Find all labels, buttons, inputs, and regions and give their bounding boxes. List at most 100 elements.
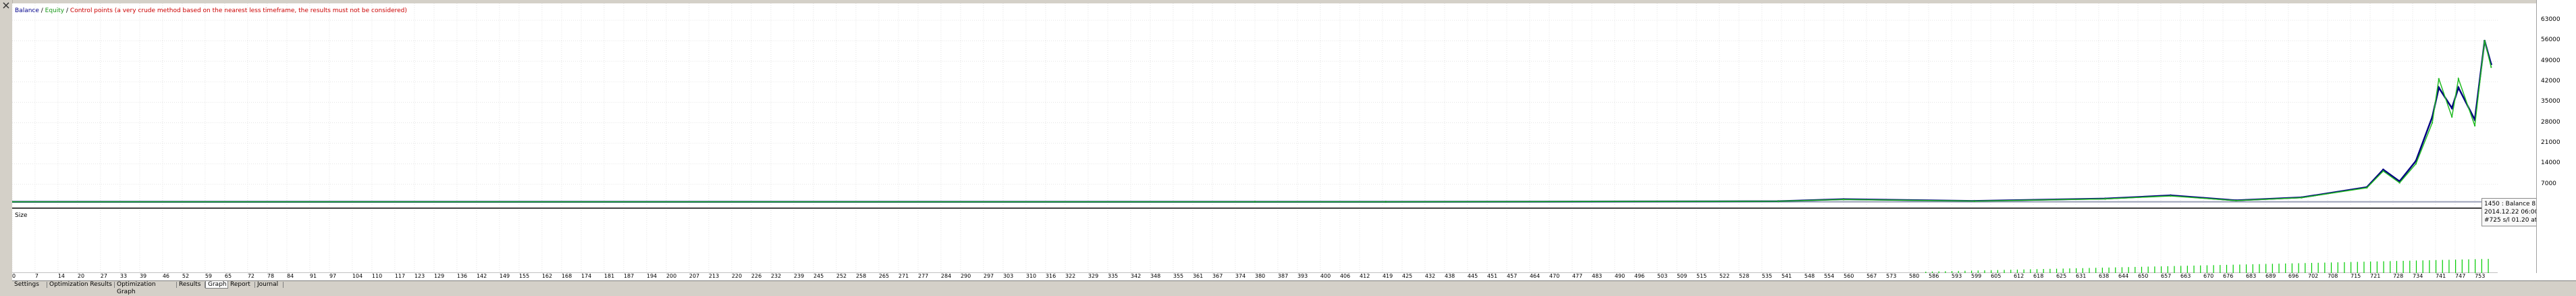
x-tick-label: 329 bbox=[1088, 273, 1099, 279]
x-tick-label: 548 bbox=[1804, 273, 1815, 279]
size-bar bbox=[2468, 259, 2469, 273]
x-tick-label: 200 bbox=[666, 273, 677, 279]
x-tick-label: 174 bbox=[581, 273, 592, 279]
size-bar bbox=[2213, 265, 2214, 273]
price-tick-label: 35000 bbox=[2541, 98, 2560, 105]
size-bar bbox=[2409, 260, 2411, 273]
x-tick-label: 741 bbox=[2435, 273, 2446, 279]
graph-chart: Balance / Equity / Control points (a ver… bbox=[12, 3, 2549, 280]
size-bar bbox=[2376, 261, 2378, 273]
x-tick-label: 33 bbox=[119, 273, 128, 279]
x-tick-label: 490 bbox=[1614, 273, 1626, 279]
x-tick-label: 245 bbox=[813, 273, 824, 279]
x-tick-label: 361 bbox=[1192, 273, 1204, 279]
x-tick-label: 400 bbox=[1320, 273, 1331, 279]
x-tick-label: 638 bbox=[2098, 273, 2110, 279]
size-bar bbox=[2330, 262, 2332, 273]
close-icon[interactable] bbox=[2, 1, 10, 9]
size-bar bbox=[2232, 264, 2234, 273]
size-bar bbox=[2396, 261, 2398, 273]
x-tick-label: 670 bbox=[2203, 273, 2214, 279]
series-point-equity bbox=[2415, 163, 2417, 165]
series-line-equity bbox=[12, 41, 2492, 203]
tab-settings[interactable]: Settings bbox=[12, 281, 47, 289]
size-bar bbox=[2383, 261, 2384, 273]
series-point-equity bbox=[1254, 201, 1256, 203]
tab-report[interactable]: Report bbox=[228, 281, 255, 289]
tab-graph[interactable]: Graph bbox=[205, 281, 228, 289]
x-tick-label: 27 bbox=[100, 273, 107, 279]
x-tick-label: 232 bbox=[770, 273, 782, 279]
series-point-equity bbox=[1385, 201, 1387, 203]
size-bar bbox=[2455, 260, 2457, 273]
x-tick-label: 593 bbox=[1951, 273, 1962, 279]
x-tick-label: 522 bbox=[1719, 273, 1730, 279]
series-point-equity bbox=[2382, 170, 2384, 172]
x-tick-label: 123 bbox=[414, 273, 425, 279]
size-bar bbox=[2324, 262, 2326, 273]
price-tick-label: 21000 bbox=[2541, 139, 2560, 146]
size-bar bbox=[2317, 262, 2319, 273]
x-tick-label: 348 bbox=[1150, 273, 1161, 279]
x-tick-label: 496 bbox=[1634, 273, 1645, 279]
x-tick-label: 342 bbox=[1130, 273, 1142, 279]
tab-results[interactable]: Results bbox=[177, 281, 205, 289]
series-point-balance bbox=[2457, 87, 2460, 89]
x-tick-label: 470 bbox=[1549, 273, 1560, 279]
x-tick-label: 110 bbox=[371, 273, 383, 279]
x-tick-label: 631 bbox=[2076, 273, 2087, 279]
series-line-balance bbox=[12, 40, 2492, 203]
x-tick-label: 355 bbox=[1173, 273, 1184, 279]
x-tick-label: 226 bbox=[751, 273, 762, 279]
size-bar bbox=[2147, 266, 2149, 273]
tab-optimization-results[interactable]: Optimization Results bbox=[47, 281, 115, 289]
legend-control-points-note: Control points (a very crude method base… bbox=[70, 7, 407, 14]
size-bar bbox=[2370, 262, 2371, 273]
x-tick-label: 612 bbox=[2013, 273, 2024, 279]
tab-journal[interactable]: Journal bbox=[255, 281, 284, 289]
series-point-equity bbox=[2398, 182, 2400, 184]
x-tick-label: 708 bbox=[2328, 273, 2338, 279]
series-point-equity bbox=[2484, 40, 2486, 42]
x-tick-label: 265 bbox=[878, 273, 890, 279]
tab-separator bbox=[283, 282, 284, 288]
x-tick-label: 567 bbox=[1866, 273, 1877, 279]
x-tick-label: 541 bbox=[1781, 273, 1792, 279]
series-point-equity bbox=[2235, 199, 2237, 202]
x-tick-label: 676 bbox=[2223, 273, 2234, 279]
x-tick-label: 20 bbox=[77, 273, 85, 279]
x-tick-label: 419 bbox=[1382, 273, 1393, 279]
x-tick-label: 605 bbox=[1991, 273, 2002, 279]
size-bar bbox=[2285, 263, 2286, 273]
size-bar bbox=[2180, 266, 2182, 273]
x-tick-label: 445 bbox=[1467, 273, 1478, 279]
tab-optimization-graph[interactable]: Optimization Graph bbox=[115, 281, 177, 295]
x-tick-label: 715 bbox=[2350, 273, 2361, 279]
x-tick-label: 162 bbox=[541, 273, 553, 279]
series-point-equity bbox=[1973, 200, 1976, 202]
size-bar bbox=[2278, 264, 2280, 273]
x-tick-label: 560 bbox=[1844, 273, 1854, 279]
x-tick-label: 580 bbox=[1908, 273, 1920, 279]
x-tick-label: 702 bbox=[2308, 273, 2319, 279]
size-bar bbox=[2069, 268, 2070, 273]
x-tick-label: 451 bbox=[1486, 273, 1498, 279]
x-tick-label: 535 bbox=[1761, 273, 1773, 279]
x-tick-label: 374 bbox=[1235, 273, 1246, 279]
price-tick-label: 49000 bbox=[2541, 57, 2560, 64]
x-tick-label: 586 bbox=[1929, 273, 1939, 279]
x-tick-label: 657 bbox=[2160, 273, 2172, 279]
legend-equity: Equity bbox=[45, 7, 65, 14]
size-bar bbox=[2095, 268, 2097, 273]
price-tick-label: 63000 bbox=[2541, 16, 2560, 23]
series-point-equity bbox=[2170, 195, 2172, 197]
x-tick-label: 271 bbox=[898, 273, 909, 279]
legend-balance: Balance bbox=[15, 7, 39, 14]
x-tick-label: 97 bbox=[329, 273, 337, 279]
size-bar bbox=[2160, 266, 2162, 273]
x-tick-label: 367 bbox=[1212, 273, 1223, 279]
size-bar bbox=[2442, 260, 2443, 273]
size-bar bbox=[2363, 262, 2365, 273]
size-bar bbox=[2239, 264, 2240, 273]
x-tick-label: 457 bbox=[1507, 273, 1518, 279]
